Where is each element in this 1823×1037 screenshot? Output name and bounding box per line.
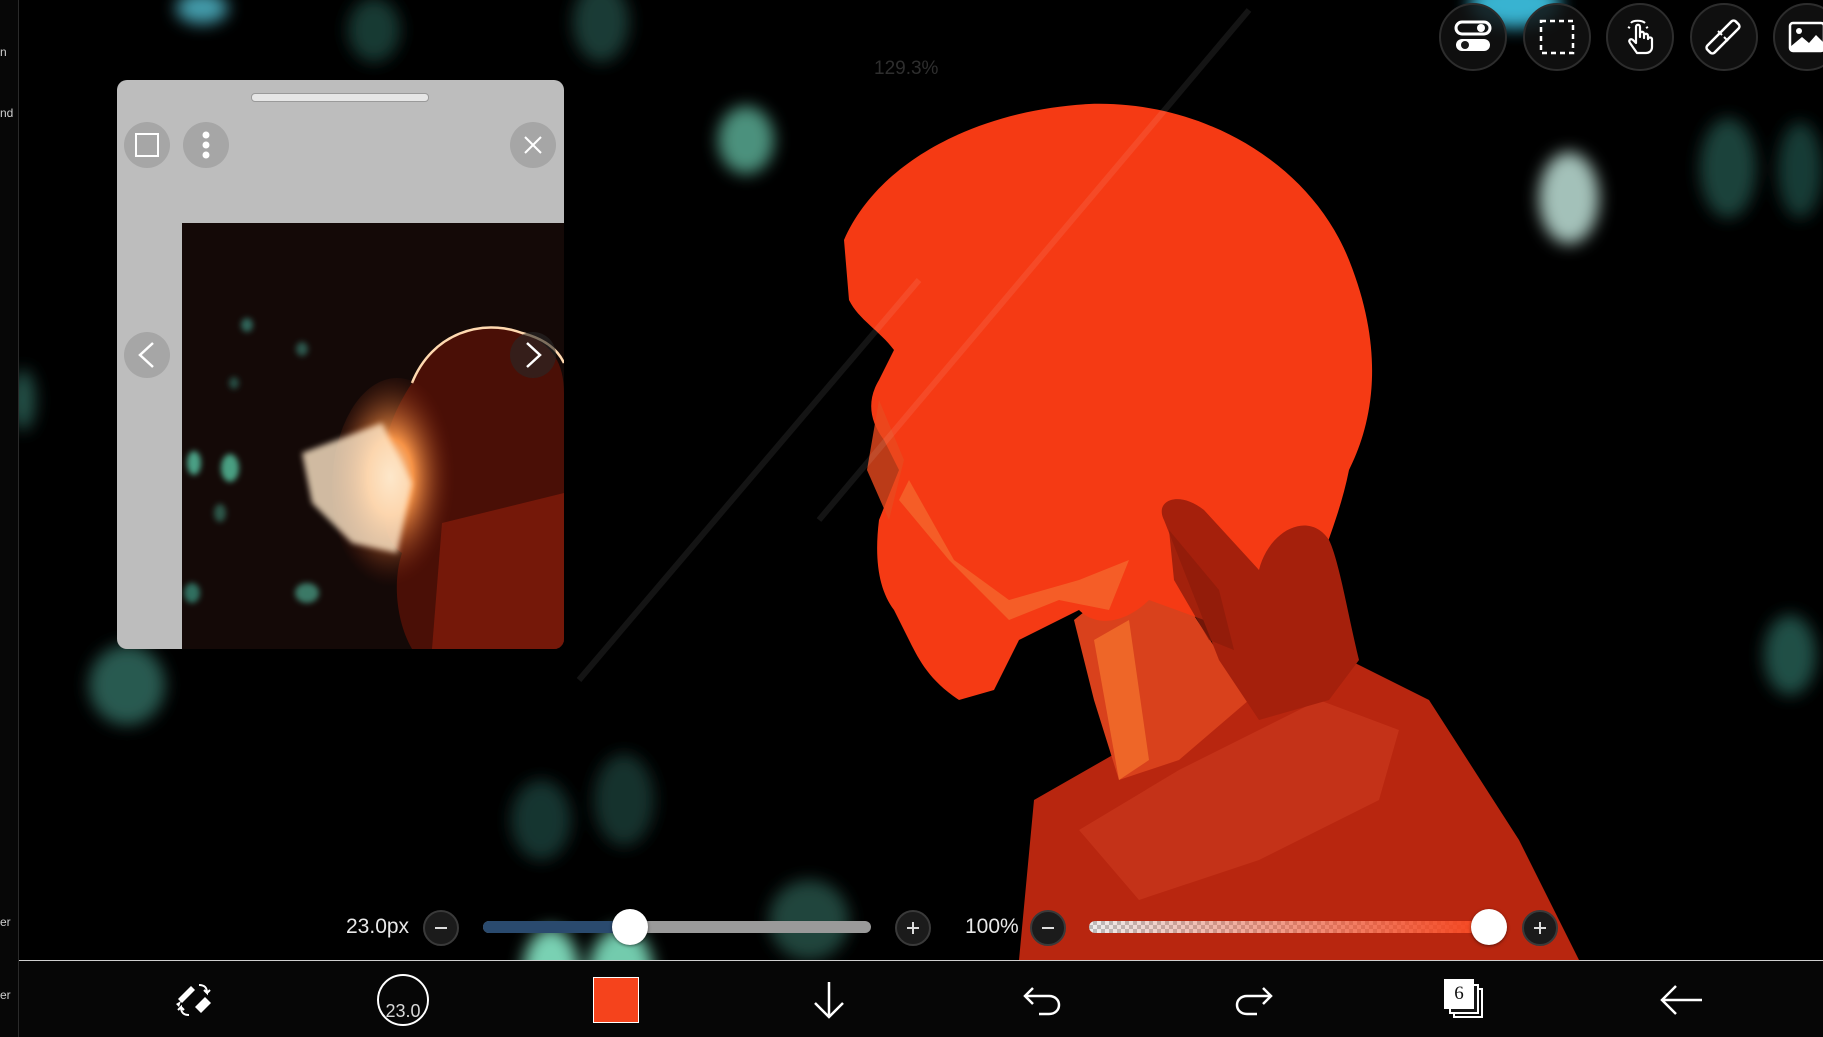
brush-opacity-increase-button[interactable] — [1522, 910, 1558, 946]
window-mode-button[interactable] — [124, 122, 170, 168]
touch-gesture-icon — [1627, 19, 1654, 55]
undo-icon — [1023, 986, 1061, 1015]
toggle-settings-button[interactable] — [1439, 3, 1507, 71]
zoom-level-label: 129.3% — [874, 58, 939, 79]
selection-marquee-icon — [1539, 19, 1575, 55]
redo-button[interactable] — [1222, 961, 1286, 1037]
bottom-toolbar: 23.0 6 — [19, 960, 1823, 1037]
drag-handle[interactable] — [251, 93, 429, 102]
brush-size-value: 23.0px — [346, 915, 410, 938]
brush-size-slider-fill — [483, 921, 631, 933]
more-vertical-icon — [202, 131, 210, 159]
brush-opacity-slider-knob[interactable] — [1471, 909, 1507, 945]
next-reference-button[interactable] — [510, 332, 556, 378]
brush-eraser-swap-button[interactable] — [159, 961, 229, 1037]
reference-image-icon — [1788, 21, 1823, 53]
window-square-icon — [135, 133, 159, 157]
brush-size-decrease-button[interactable] — [423, 910, 459, 946]
minus-icon — [1042, 927, 1054, 929]
reference-window[interactable] — [117, 80, 564, 649]
toggle-settings-icon — [1454, 20, 1492, 51]
brush-opacity-slider[interactable] — [1089, 909, 1507, 945]
color-swatch-icon — [593, 976, 639, 1023]
left-label-fragment[interactable]: er — [0, 915, 11, 929]
left-label-fragment[interactable]: er — [0, 988, 11, 1002]
brush-opacity-value: 100% — [965, 915, 1019, 938]
brush-size-preview-label: 23.0 — [385, 1000, 421, 1021]
brush-eraser-swap-icon — [176, 983, 211, 1016]
minus-icon — [435, 927, 447, 929]
layer-count: 6 — [1454, 982, 1464, 1004]
ruler-button[interactable] — [1690, 3, 1758, 71]
red-figure — [844, 103, 1579, 960]
back-button[interactable] — [1646, 961, 1716, 1037]
close-icon — [524, 136, 542, 154]
plus-icon — [907, 922, 919, 934]
brush-opacity-slider-fill — [1089, 921, 1489, 933]
brush-opacity-decrease-button[interactable] — [1030, 910, 1066, 946]
close-reference-button[interactable] — [510, 122, 556, 168]
reference-menu-button[interactable] — [183, 122, 229, 168]
left-label-fragment[interactable]: nd — [0, 106, 13, 120]
brush-size-slider[interactable] — [483, 909, 871, 945]
undo-button[interactable] — [1010, 961, 1074, 1037]
left-panel-strip: n nd er er — [0, 0, 19, 1037]
reference-photo — [182, 223, 564, 649]
touch-gesture-button[interactable] — [1606, 3, 1674, 71]
download-button[interactable] — [799, 961, 859, 1037]
plus-icon — [1534, 922, 1546, 934]
ruler-icon — [1705, 19, 1741, 55]
previous-reference-button[interactable] — [124, 332, 170, 378]
selection-button[interactable] — [1523, 3, 1591, 71]
layers-icon: 6 — [1443, 978, 1487, 1022]
app-window: n nd er er 129.3% 23.0px 100% 23.0 6 — [0, 0, 1823, 1037]
layers-button[interactable]: 6 — [1430, 961, 1500, 1037]
reference-photo-artwork — [182, 223, 564, 649]
redo-icon — [1235, 986, 1273, 1015]
left-label-fragment[interactable]: n — [0, 45, 7, 59]
chevron-right-icon — [526, 342, 542, 368]
back-icon — [1660, 984, 1702, 1015]
brush-size-preview-button[interactable]: 23.0 — [373, 961, 433, 1037]
brush-size-increase-button[interactable] — [895, 910, 931, 946]
download-icon — [814, 981, 844, 1019]
brush-size-preview-icon: 23.0 — [377, 973, 429, 1026]
chevron-left-icon — [138, 342, 154, 368]
color-picker-button[interactable] — [586, 961, 646, 1037]
